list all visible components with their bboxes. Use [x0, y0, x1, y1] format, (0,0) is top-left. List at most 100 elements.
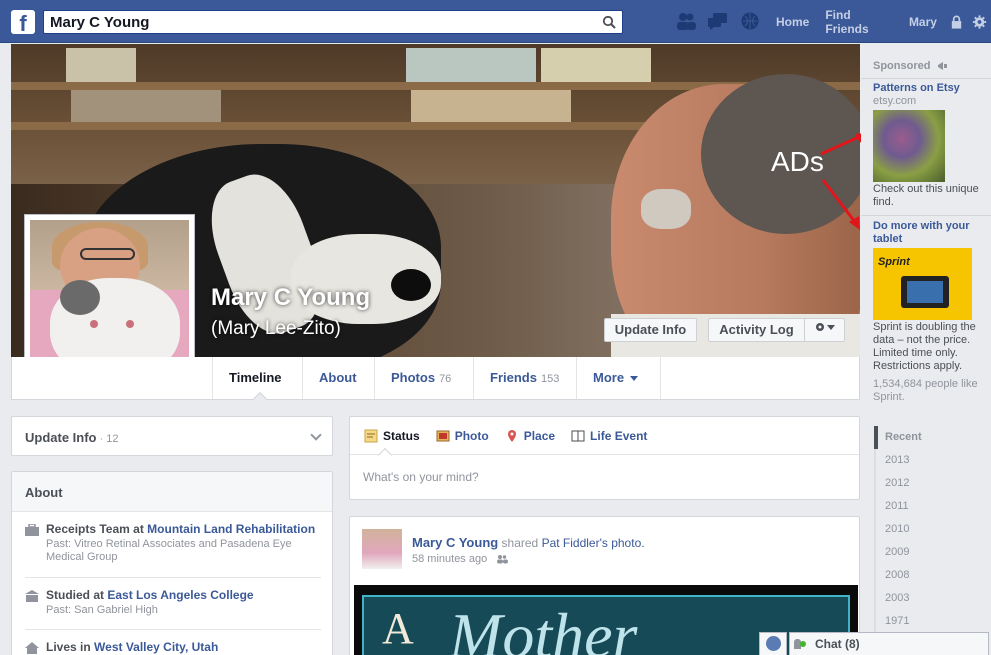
- year-recent[interactable]: Recent: [874, 426, 984, 449]
- books: [411, 90, 571, 122]
- photo-icon: [436, 430, 450, 441]
- composer-tab-photo[interactable]: Photo: [436, 429, 489, 443]
- composer-tab-status[interactable]: Status: [364, 429, 420, 443]
- composer-tab-place[interactable]: Place: [505, 429, 555, 443]
- composer-tabs: Status Photo Place Life Event: [350, 417, 859, 455]
- about-work: Receipts Team at Mountain Land Rehabilit…: [25, 522, 321, 564]
- about-work-line: Receipts Team at Mountain Land Rehabilit…: [46, 522, 321, 536]
- college-link[interactable]: East Los Angeles College: [107, 588, 253, 602]
- year-2013[interactable]: 2013: [874, 449, 984, 472]
- ad-image-etsy[interactable]: [873, 110, 945, 182]
- gear-icon: [815, 323, 835, 331]
- divider: [861, 78, 991, 79]
- nav-find-friends[interactable]: Find Friends: [817, 8, 901, 36]
- year-1971[interactable]: 1971: [874, 610, 984, 633]
- shared-photo-link[interactable]: Pat Fiddler's photo.: [542, 536, 645, 550]
- about-education-line: Studied at East Los Angeles College: [46, 588, 321, 602]
- search-input[interactable]: [44, 11, 584, 33]
- tab-about[interactable]: About: [302, 357, 374, 399]
- update-info-box[interactable]: Update Info · 12: [11, 416, 333, 456]
- divider: [25, 629, 321, 630]
- dog-nose: [391, 269, 431, 301]
- notifications-icon[interactable]: [739, 11, 761, 31]
- globe-icon: [766, 636, 781, 651]
- update-info-text: Update Info: [25, 430, 97, 445]
- ad-title-etsy[interactable]: Patterns on Etsy: [873, 82, 988, 95]
- status-input[interactable]: What's on your mind?: [363, 470, 479, 484]
- about-residence-line: Lives in West Valley City, Utah: [46, 640, 321, 654]
- nav-home[interactable]: Home: [768, 15, 817, 29]
- about-header[interactable]: About: [12, 472, 332, 512]
- books: [66, 48, 136, 82]
- lock-icon[interactable]: [949, 14, 964, 30]
- sprint-logo: Sprint: [878, 256, 910, 268]
- about-box: About Receipts Team at Mountain Land Reh…: [11, 471, 333, 655]
- search-box[interactable]: [43, 10, 623, 34]
- photo-text-mother: Mother: [449, 600, 638, 655]
- year-2009[interactable]: 2009: [874, 541, 984, 564]
- about-residence-prefix: Lives in: [46, 640, 95, 654]
- briefcase-icon: [25, 524, 39, 536]
- settings-dropdown-button[interactable]: [804, 318, 845, 342]
- year-2010[interactable]: 2010: [874, 518, 984, 541]
- photo-glasses: [80, 248, 135, 260]
- ad-social-context: 1,534,684 people like Sprint.: [873, 378, 978, 403]
- photo-dog-eye: [126, 320, 134, 328]
- ad-domain: etsy.com: [873, 95, 917, 107]
- about-education-past: Past: San Gabriel High: [46, 604, 158, 616]
- gear-icon[interactable]: [972, 14, 987, 30]
- year-2011[interactable]: 2011: [874, 495, 984, 518]
- search-icon[interactable]: [602, 15, 616, 29]
- tab-friends[interactable]: Friends 153: [473, 357, 576, 399]
- books: [406, 48, 536, 82]
- friends-audience-icon[interactable]: [496, 554, 509, 564]
- post-meta: 58 minutes ago: [412, 553, 509, 565]
- man-moustache: [641, 189, 691, 229]
- profile-name[interactable]: Mary C Young: [211, 284, 370, 312]
- online-status-icon: [800, 641, 806, 647]
- megaphone-icon: [937, 62, 947, 71]
- composer-tab-label: Life Event: [590, 428, 648, 443]
- city-link[interactable]: West Valley City, Utah: [94, 640, 218, 654]
- post-timestamp[interactable]: 58 minutes ago: [412, 553, 487, 565]
- photo-dog-ear: [60, 280, 100, 315]
- friend-requests-icon[interactable]: [675, 11, 697, 31]
- tab-more[interactable]: More: [576, 357, 661, 399]
- photo-text-a: A: [382, 604, 414, 653]
- composer-tab-life-event[interactable]: Life Event: [571, 429, 647, 443]
- top-nav-links: Home Find Friends Mary: [768, 0, 991, 43]
- photo-dog-eye: [90, 320, 98, 328]
- chat-bar[interactable]: Chat (8): [789, 632, 989, 655]
- year-2012[interactable]: 2012: [874, 472, 984, 495]
- ad-image-sprint[interactable]: Sprint: [873, 248, 972, 320]
- tab-count: 76: [439, 373, 452, 385]
- year-2003[interactable]: 2003: [874, 587, 984, 610]
- activity-log-button[interactable]: Activity Log: [708, 318, 804, 342]
- chevron-down-icon: [310, 429, 322, 441]
- post-author-link[interactable]: Mary C Young: [412, 535, 498, 550]
- tab-label: Timeline: [229, 370, 282, 385]
- update-info-count: · 12: [96, 433, 119, 445]
- messages-icon[interactable]: [707, 11, 729, 31]
- tab-count: 153: [540, 373, 560, 385]
- composer-tab-label: Place: [523, 428, 556, 443]
- nav-profile[interactable]: Mary: [901, 15, 945, 29]
- chat-globe-button[interactable]: [759, 632, 787, 655]
- facebook-logo[interactable]: f: [11, 10, 35, 36]
- tablet-screen: [907, 281, 943, 303]
- avatar[interactable]: [362, 529, 402, 569]
- update-info-button[interactable]: Update Info: [604, 318, 697, 342]
- employer-link[interactable]: Mountain Land Rehabilitation: [147, 522, 315, 536]
- sponsored-header[interactable]: Sponsored: [873, 60, 949, 72]
- update-info-label: Update Info · 12: [25, 430, 119, 445]
- about-residence: Lives in West Valley City, Utah: [25, 640, 321, 654]
- about-education-prefix: Studied at: [46, 588, 108, 602]
- tab-label: About: [319, 370, 357, 385]
- year-2008[interactable]: 2008: [874, 564, 984, 587]
- profile-picture-image: [30, 220, 189, 378]
- tab-timeline[interactable]: Timeline: [212, 357, 291, 399]
- books: [541, 48, 651, 82]
- ad-title-sprint[interactable]: Do more with your tablet: [873, 220, 988, 246]
- tab-photos[interactable]: Photos 76: [374, 357, 473, 399]
- about-work-past: Past: Vitreo Retinal Associates and Pasa…: [46, 538, 292, 563]
